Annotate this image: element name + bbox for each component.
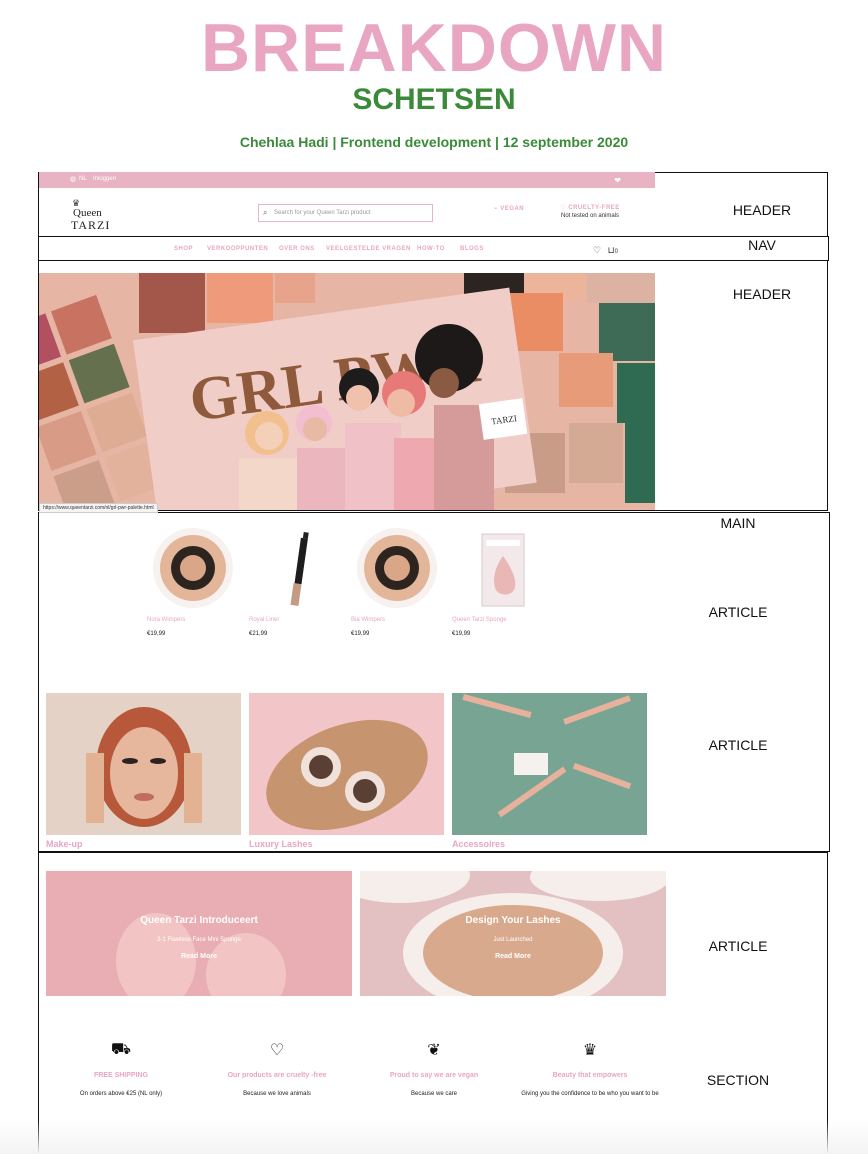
product-price: €19,99 (452, 631, 471, 637)
accessoires-image (452, 693, 647, 835)
bottom-fade (0, 1120, 868, 1154)
label-article-2: ARTICLE (708, 737, 768, 753)
hero-banner[interactable]: GRL PWR TARZI (39, 273, 655, 510)
usp-title: Proud to say we are vegan (389, 1072, 479, 1079)
banner-read-more[interactable]: Read More (360, 953, 666, 960)
lash-case-image (357, 528, 437, 608)
cart-count: 0 (614, 249, 618, 255)
nav-item-verkooppunten[interactable]: VERKOOPPUNTEN (207, 246, 268, 252)
eyeliner-image (290, 532, 309, 607)
author-line: Chehlaa Hadi | Frontend development | 12… (239, 134, 629, 150)
usp-free-shipping: ⛟ FREE SHIPPING On orders above €25 (NL … (46, 1040, 196, 1099)
banner-subtitle: Just Launched (493, 937, 533, 943)
site-topbar: ◍ NL Inloggen ❤ (39, 172, 655, 188)
banner-subtitle: 3-1 Flawless Face Mini Sponge (157, 937, 241, 943)
vegan-badge: ⌁ VEGAN (494, 206, 525, 212)
nav-icons: ♡ ⊔0 (593, 245, 618, 256)
product-name[interactable]: Royal Liner (249, 617, 279, 623)
hearts-icon: ♡ (269, 1042, 285, 1059)
wishlist-heart-icon[interactable]: ❤ (614, 176, 621, 185)
nav-item-shop[interactable]: SHOP (174, 246, 193, 252)
banner-read-more[interactable]: Read More (46, 953, 352, 960)
product-card[interactable]: Bia Wimpers €19,99 (351, 522, 441, 662)
login-link[interactable]: Inloggen (93, 176, 116, 182)
nav-item-how-to[interactable]: HOW-TO (417, 246, 445, 252)
status-url: https://www.queentarzi.com/nl/grl-pwr-pa… (39, 503, 158, 513)
product-price: €19,99 (147, 631, 166, 637)
label-nav: NAV (748, 237, 776, 253)
document-title: BREAKDOWN (200, 10, 668, 86)
product-name[interactable]: Nora Wimpers (147, 617, 185, 623)
usp-vegan: ❦ Proud to say we are vegan Because we c… (359, 1040, 509, 1099)
label-header-1: HEADER (732, 202, 792, 218)
promo-banner-sponge[interactable]: Queen Tarzi Introduceert 3-1 Flawless Fa… (46, 871, 352, 996)
sponge-banner-image (46, 871, 352, 996)
makeup-model-image (46, 693, 241, 835)
usp-beauty: ♛ Beauty that empowers Giving you the co… (515, 1040, 665, 1099)
usp-title: FREE SHIPPING (93, 1072, 149, 1079)
label-section: SECTION (706, 1072, 770, 1088)
category-tile-accessoires[interactable] (452, 693, 647, 835)
usp-title: Our products are cruelty -free (227, 1072, 327, 1079)
cart-icon[interactable]: ⊔ (608, 245, 615, 255)
search-icon: ⌕ (263, 208, 268, 217)
nav-item-blogs[interactable]: BLOGS (460, 246, 484, 252)
document-subtitle: SCHETSEN (352, 83, 516, 116)
usp-desc: On orders above €25 (NL only) (79, 1091, 163, 1097)
truck-icon: ⛟ (110, 1041, 132, 1058)
usp-cruelty-free: ♡ Our products are cruelty -free Because… (202, 1040, 352, 1099)
crown-icon: ♛ (582, 1042, 598, 1059)
queen-tarzi-logo[interactable]: ♛ Queen TARZI (67, 198, 117, 234)
product-name[interactable]: Queen Tarzi Sponge (452, 617, 507, 623)
product-card[interactable]: Queen Tarzi Sponge €19,99 (452, 522, 542, 662)
wishlist-icon[interactable]: ♡ (593, 245, 601, 255)
category-label-lashes[interactable]: Luxury Lashes (249, 839, 313, 849)
sponge-box-image (481, 533, 525, 607)
usp-desc: Because we care (410, 1091, 458, 1097)
cruelty-free-sub: Not tested on animals (560, 213, 620, 219)
label-main: MAIN (720, 515, 756, 531)
category-tile-lashes[interactable] (249, 693, 444, 835)
product-price: €21,99 (249, 631, 268, 637)
lashes-banner-image (360, 871, 666, 996)
cruelty-free-label: CRUELTY-FREE (568, 205, 620, 211)
banner-title: Design Your Lashes (465, 915, 561, 926)
label-header-2: HEADER (732, 286, 792, 302)
leaf-icon: ❦ (427, 1042, 441, 1059)
category-label-accessoires[interactable]: Accessoires (452, 839, 505, 849)
nav-item-faq[interactable]: VEELGESTELDE VRAGEN (326, 246, 411, 252)
product-price: €19,99 (351, 631, 370, 637)
label-article-3: ARTICLE (708, 938, 768, 954)
category-label-makeup[interactable]: Make-up (46, 839, 83, 849)
cruelty-free-title: ♡ CRUELTY-FREE (560, 205, 620, 211)
banner-title: Queen Tarzi Introduceert (140, 915, 258, 926)
promo-banner-lashes[interactable]: Design Your Lashes Just Launched Read Mo… (360, 871, 666, 996)
cruelty-free-badge: ♡ CRUELTY-FREE Not tested on animals (556, 204, 624, 219)
hero-palette-illustration: GRL PWR TARZI (39, 273, 655, 510)
luxury-lashes-image (249, 693, 444, 835)
usp-desc: Giving you the confidence to be who you … (521, 1091, 659, 1097)
nav-item-over-ons[interactable]: OVER ONS (279, 246, 315, 252)
search-placeholder: Search for your Queen Tarzi product (274, 210, 371, 216)
label-article-1: ARTICLE (708, 604, 768, 620)
lash-case-image (153, 528, 233, 608)
search-input[interactable]: ⌕ Search for your Queen Tarzi product (258, 204, 433, 222)
usp-desc: Because we love animals (243, 1091, 311, 1097)
globe-icon[interactable]: ◍ (70, 175, 76, 183)
usp-title: Beauty that empowers (552, 1072, 628, 1079)
logo-line-2: TARZI (71, 218, 111, 232)
product-card[interactable]: Royal Liner €21,99 (249, 522, 339, 662)
category-tile-makeup[interactable] (46, 693, 241, 835)
vegan-label: VEGAN (500, 206, 525, 212)
language-selector[interactable]: NL (79, 176, 87, 182)
product-card[interactable]: Nora Wimpers €19,99 (147, 522, 237, 662)
product-name[interactable]: Bia Wimpers (351, 617, 385, 623)
